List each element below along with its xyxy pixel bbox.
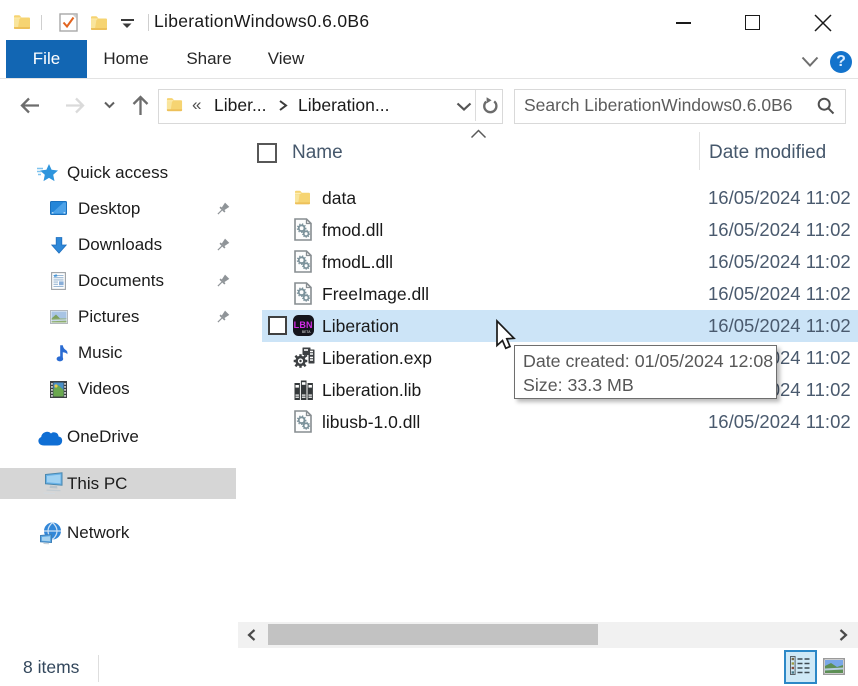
svg-text:BETA: BETA	[302, 330, 311, 334]
svg-text:LBN: LBN	[294, 320, 313, 330]
